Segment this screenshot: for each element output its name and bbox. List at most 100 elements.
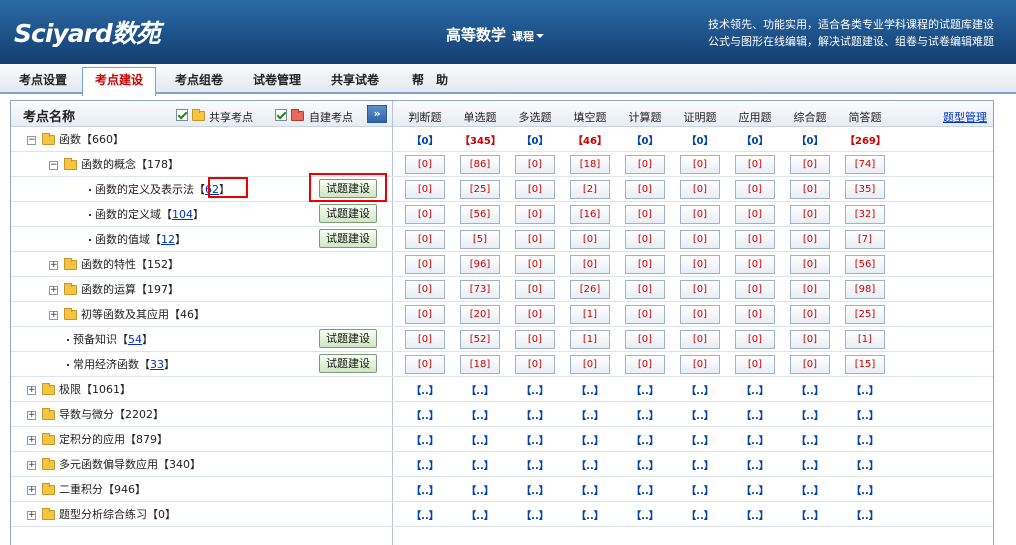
count-cell[interactable]: 【..】 — [460, 407, 500, 422]
count-cell[interactable]: [98] — [845, 280, 885, 299]
topic-label[interactable]: 函数的概念【178】 — [81, 158, 179, 171]
count-cell[interactable]: [0] — [625, 205, 665, 224]
count-cell[interactable]: 【269】 — [845, 132, 886, 147]
count-cell[interactable]: [0] — [790, 205, 830, 224]
count-cell[interactable]: 【..】 — [735, 407, 775, 422]
count-cell[interactable]: [73] — [460, 280, 500, 299]
count-cell[interactable]: 【..】 — [405, 382, 445, 397]
count-cell[interactable]: 【..】 — [515, 507, 555, 522]
count-cell[interactable]: 【..】 — [515, 482, 555, 497]
count-cell[interactable]: 【0】 — [515, 132, 555, 147]
build-questions-button[interactable]: 试题建设 — [319, 229, 377, 248]
count-cell[interactable]: [0] — [790, 180, 830, 199]
topic-label[interactable]: 二重积分【946】 — [59, 483, 146, 496]
shared-topic-checkbox[interactable] — [176, 109, 188, 121]
topic-label[interactable]: 导数与微分【2202】 — [59, 408, 164, 421]
count-cell[interactable]: 【..】 — [735, 382, 775, 397]
count-cell[interactable]: [0] — [790, 155, 830, 174]
count-cell[interactable]: 【0】 — [735, 132, 775, 147]
count-cell[interactable]: 【..】 — [460, 457, 500, 472]
count-cell[interactable]: 【..】 — [625, 407, 665, 422]
count-cell[interactable]: 【..】 — [515, 457, 555, 472]
count-cell[interactable]: 【..】 — [405, 432, 445, 447]
count-cell[interactable]: 【..】 — [405, 407, 445, 422]
count-cell[interactable]: 【..】 — [680, 482, 720, 497]
count-cell[interactable]: [7] — [845, 230, 885, 249]
count-cell[interactable]: [0] — [515, 330, 555, 349]
tab-topic-building[interactable]: 考点建设 — [82, 67, 156, 96]
count-cell[interactable]: 【..】 — [735, 507, 775, 522]
count-cell[interactable]: 【..】 — [570, 382, 610, 397]
count-cell[interactable]: 【..】 — [460, 432, 500, 447]
count-cell[interactable]: 【..】 — [460, 507, 500, 522]
count-cell[interactable]: [0] — [515, 230, 555, 249]
count-cell[interactable]: 【..】 — [735, 432, 775, 447]
count-cell[interactable]: 【..】 — [405, 482, 445, 497]
count-cell[interactable]: 【..】 — [790, 482, 830, 497]
count-cell[interactable]: [0] — [680, 205, 720, 224]
expand-icon[interactable]: + — [27, 460, 36, 470]
count-cell[interactable]: 【46】 — [570, 132, 610, 147]
count-cell[interactable]: 【..】 — [680, 407, 720, 422]
count-cell[interactable]: [0] — [790, 230, 830, 249]
expand-icon[interactable]: + — [27, 435, 36, 445]
count-cell[interactable]: [56] — [845, 255, 885, 274]
count-cell[interactable]: 【..】 — [570, 507, 610, 522]
count-cell[interactable]: 【..】 — [845, 407, 885, 422]
tab-shared-papers[interactable]: 共享试卷 — [320, 68, 390, 94]
count-cell[interactable]: [0] — [735, 230, 775, 249]
count-cell[interactable]: [25] — [460, 180, 500, 199]
expand-icon[interactable]: + — [27, 385, 36, 395]
count-cell[interactable]: [0] — [570, 255, 610, 274]
count-cell[interactable]: [0] — [405, 355, 445, 374]
count-cell[interactable]: 【..】 — [460, 382, 500, 397]
count-cell[interactable]: 【..】 — [515, 432, 555, 447]
count-cell[interactable]: [0] — [735, 205, 775, 224]
count-cell[interactable]: [0] — [405, 180, 445, 199]
count-cell[interactable]: 【..】 — [845, 482, 885, 497]
count-cell[interactable]: 【..】 — [570, 432, 610, 447]
topic-count-link[interactable]: 12 — [161, 233, 175, 246]
count-cell[interactable]: [0] — [680, 305, 720, 324]
count-cell[interactable]: 【..】 — [735, 482, 775, 497]
count-cell[interactable]: [2] — [570, 180, 610, 199]
count-cell[interactable]: [0] — [625, 330, 665, 349]
count-cell[interactable]: 【..】 — [625, 507, 665, 522]
count-cell[interactable]: [0] — [405, 330, 445, 349]
tab-topic-settings[interactable]: 考点设置 — [8, 68, 78, 94]
count-cell[interactable]: [0] — [790, 330, 830, 349]
count-cell[interactable]: 【..】 — [845, 507, 885, 522]
topic-label[interactable]: 初等函数及其应用【46】 — [81, 308, 205, 321]
count-cell[interactable]: 【0】 — [405, 132, 445, 147]
topic-count-link[interactable]: 104 — [172, 208, 193, 221]
count-cell[interactable]: [5] — [460, 230, 500, 249]
count-cell[interactable]: 【..】 — [515, 382, 555, 397]
count-cell[interactable]: [0] — [735, 330, 775, 349]
count-cell[interactable]: [0] — [570, 355, 610, 374]
count-cell[interactable]: 【0】 — [680, 132, 720, 147]
count-cell[interactable]: [0] — [625, 155, 665, 174]
count-cell[interactable]: 【..】 — [570, 407, 610, 422]
count-cell[interactable]: [35] — [845, 180, 885, 199]
count-cell[interactable]: [18] — [570, 155, 610, 174]
expand-icon[interactable]: + — [27, 510, 36, 520]
count-cell[interactable]: [74] — [845, 155, 885, 174]
count-cell[interactable]: [0] — [680, 280, 720, 299]
topic-label[interactable]: 函数的特性【152】 — [81, 258, 179, 271]
expand-icon[interactable]: » — [367, 105, 387, 123]
count-cell[interactable]: 【..】 — [845, 382, 885, 397]
count-cell[interactable]: [0] — [515, 280, 555, 299]
build-questions-button[interactable]: 试题建设 — [319, 204, 377, 223]
count-cell[interactable]: 【..】 — [680, 457, 720, 472]
count-cell[interactable]: 【..】 — [680, 382, 720, 397]
count-cell[interactable]: 【..】 — [790, 432, 830, 447]
count-cell[interactable]: [0] — [515, 180, 555, 199]
expand-icon[interactable]: + — [49, 260, 58, 270]
count-cell[interactable]: [0] — [625, 230, 665, 249]
count-cell[interactable]: [32] — [845, 205, 885, 224]
count-cell[interactable]: 【..】 — [625, 457, 665, 472]
count-cell[interactable]: [0] — [790, 355, 830, 374]
count-cell[interactable]: 【..】 — [515, 407, 555, 422]
count-cell[interactable]: [0] — [680, 355, 720, 374]
count-cell[interactable]: 【..】 — [790, 407, 830, 422]
